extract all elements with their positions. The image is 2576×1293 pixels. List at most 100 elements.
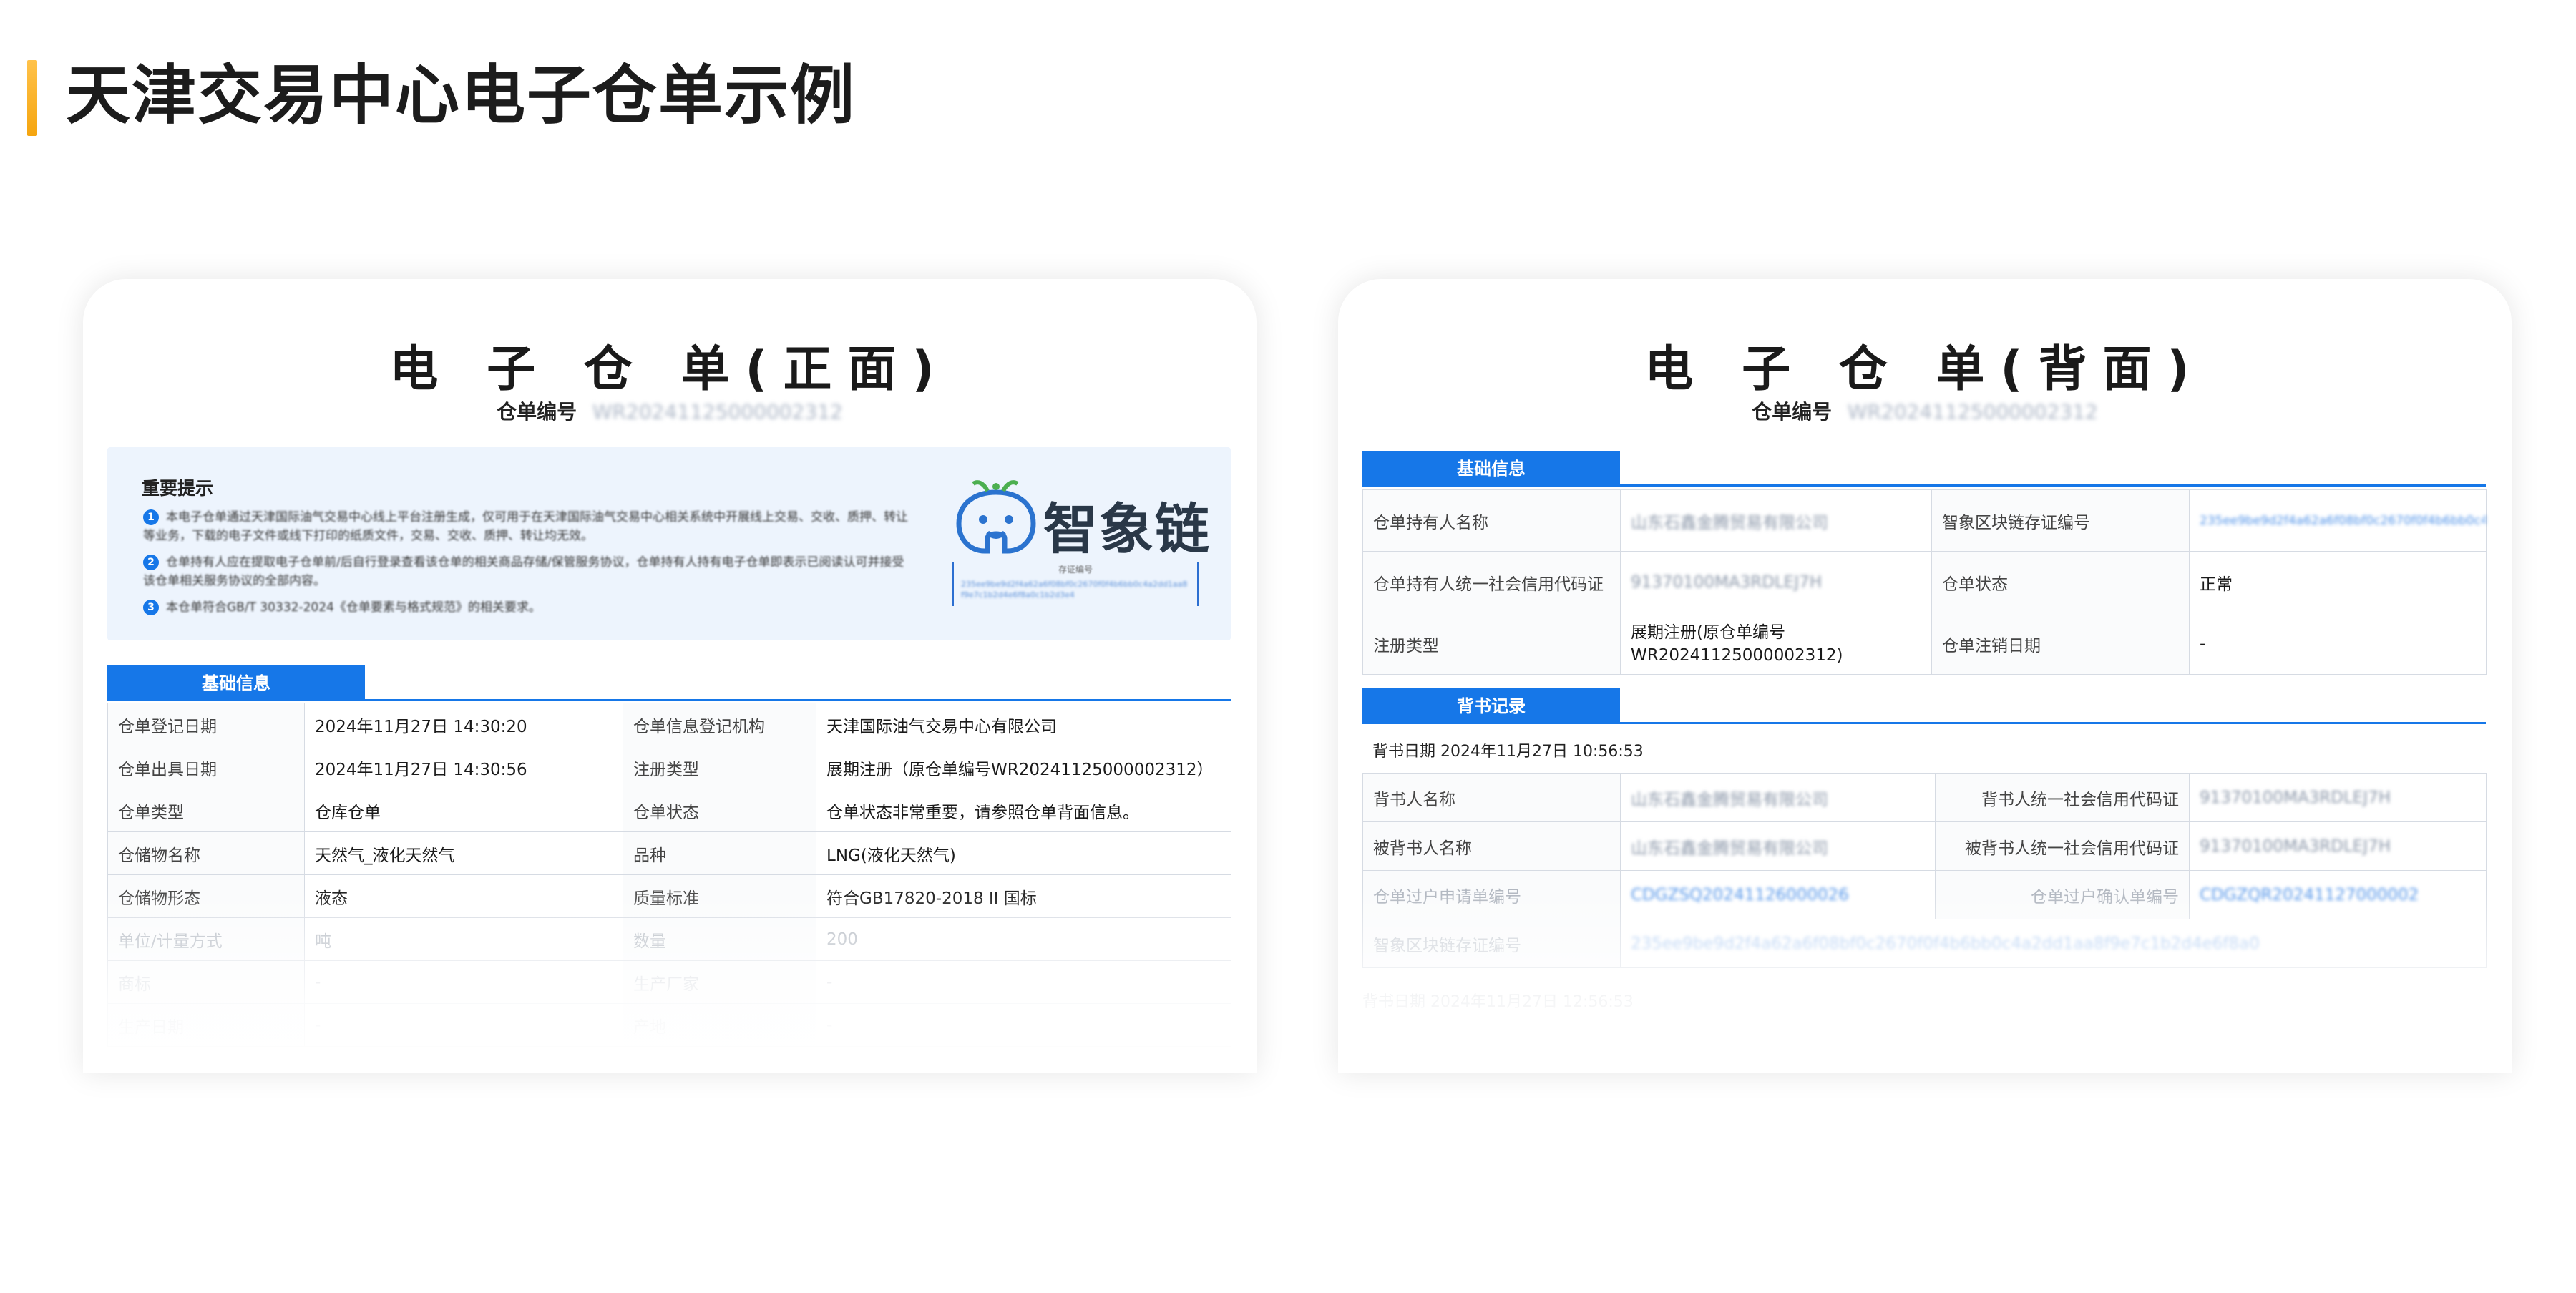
cell-label: 单位/计量方式	[107, 917, 305, 961]
cell-value: 展期注册（原仓单编号WR20241125000002312）	[816, 746, 1231, 789]
cell-value: -	[304, 960, 623, 1004]
cell-value: LNG(液化天然气)	[816, 831, 1231, 875]
receipt-front-card: 电 子 仓 单(正面) 仓单编号 WR20241125000002312 重要提…	[83, 279, 1257, 1073]
endorse-date: 背书日期 2024年11月27日 10:56:53	[1372, 743, 1644, 761]
notice-number-badge: 2	[143, 555, 159, 570]
cell-label: 仓单注销日期	[1931, 613, 2190, 675]
cell-label: 仓单状态	[1931, 551, 2190, 613]
cell-label: 质量标准	[623, 874, 816, 918]
cell-label: 仓储物名称	[107, 831, 305, 875]
cell-label: 仓单持有人统一社会信用代码证	[1362, 551, 1621, 613]
cell-label: 注册类型	[623, 746, 816, 789]
notice-item: 1 本电子仓单通过天津国际油气交易中心线上平台注册生成，仅可用于在天津国际油气交易…	[143, 508, 916, 545]
cell-value: 符合GB17820-2018 II 国标	[816, 874, 1231, 918]
table-row: 注册类型 展期注册(原仓单编号 WR20241125000002312) 仓单注…	[1362, 613, 2487, 675]
front-info-table: 仓单登记日期 2024年11月27日 14:30:20 仓单信息登记机构 天津国…	[107, 703, 1231, 1047]
cell-label: 商标	[107, 960, 305, 1004]
cell-value: -	[2189, 613, 2487, 675]
table-row: 仓单类型 仓库仓单 仓单状态 仓单状态非常重要，请参照仓单背面信息。	[107, 789, 1231, 832]
table-row: 仓储物形态 液态 质量标准 符合GB17820-2018 II 国标	[107, 874, 1231, 918]
cell-value: 山东石鑫金腾贸易有限公司	[1620, 489, 1932, 552]
cell-label: 被背书人名称	[1362, 821, 1621, 871]
cell-value: 200	[816, 917, 1231, 961]
notice-text: 本电子仓单通过天津国际油气交易中心线上平台注册生成，仅可用于在天津国际油气交易中…	[143, 510, 908, 543]
front-receipt-number: 仓单编号 WR20241125000002312	[83, 396, 1257, 425]
front-section-divider	[107, 699, 1231, 701]
blockchain-hash-box: 存证编号 235ee9be9d2f4a62a6f08bf0c2670f0f4b6…	[952, 562, 1199, 606]
table-row: 仓单出具日期 2024年11月27日 14:30:56 注册类型 展期注册（原仓…	[107, 746, 1231, 789]
table-row: 仓单持有人统一社会信用代码证 91370100MA3RDLEJ7H 仓单状态 正…	[1362, 551, 2487, 613]
title-accent-bar	[27, 60, 37, 136]
front-basic-info-tab: 基础信息	[107, 665, 365, 701]
back-receipt-number-label: 仓单编号	[1752, 400, 1833, 424]
cell-label: 注册类型	[1362, 613, 1621, 675]
cell-value: 235ee9be9d2f4a62a6f08bf0c2670f0f4b6bb0c4…	[1620, 919, 2487, 968]
notice-heading: 重要提示	[142, 478, 214, 499]
front-receipt-number-value: WR20241125000002312	[592, 400, 843, 424]
front-receipt-number-label: 仓单编号	[497, 400, 577, 424]
cell-value: 仓库仓单	[304, 789, 623, 832]
notice-text: 本仓单符合GB/T 30332-2024《仓单要素与格式规范》的相关要求。	[166, 600, 541, 615]
page-title: 天津交易中心电子仓单示例	[66, 58, 856, 133]
cell-label: 智象区块链存证编号	[1362, 919, 1621, 968]
notice-text: 仓单持有人应在提取电子仓单前/后自行登录查看该仓单的相关商品存储/保管服务协议，…	[143, 555, 904, 588]
cell-value: 2024年11月27日 14:30:56	[304, 746, 623, 789]
cell-value: 91370100MA3RDLEJ7H	[2189, 821, 2487, 871]
cell-value: 吨	[304, 917, 623, 961]
notice-panel: 重要提示 1 本电子仓单通过天津国际油气交易中心线上平台注册生成，仅可用于在天津国…	[107, 447, 1231, 640]
cell-value: CDGZQR20241127000002	[2189, 870, 2487, 919]
cell-value: 液态	[304, 874, 623, 918]
cell-label: 仓单状态	[623, 789, 816, 832]
cell-label: 数量	[623, 917, 816, 961]
notice-item: 2 仓单持有人应在提取电子仓单前/后自行登录查看该仓单的相关商品存储/保管服务协议…	[143, 553, 916, 590]
cell-value: 山东石鑫金腾贸易有限公司	[1620, 773, 1936, 822]
cell-value: CDGZSQ20241126000026	[1620, 870, 1936, 919]
cell-value: 2024年11月27日 14:30:20	[304, 703, 623, 746]
cell-value: 235ee9be9d2f4a62a6f08bf0c2670f0f4b6bb0c4…	[2189, 489, 2487, 552]
cell-label: 被背书人统一社会信用代码证	[1935, 821, 2190, 871]
back-basic-divider	[1362, 484, 2486, 487]
cell-value: -	[816, 1003, 1231, 1047]
brand-logo: 智象链	[952, 479, 1209, 561]
cell-label: 背书人名称	[1362, 773, 1621, 822]
front-card-title: 电 子 仓 单(正面)	[389, 341, 950, 398]
back-receipt-number: 仓单编号 WR20241125000002312	[1338, 396, 2512, 425]
table-row: 商标 - 生产厂家 -	[107, 960, 1231, 1004]
endorse-record-tab: 背书记录	[1362, 688, 1620, 724]
cell-value: 91370100MA3RDLEJ7H	[2189, 773, 2487, 822]
table-row: 被背书人名称 山东石鑫金腾贸易有限公司 被背书人统一社会信用代码证 913701…	[1362, 821, 2487, 871]
table-row: 背书人名称 山东石鑫金腾贸易有限公司 背书人统一社会信用代码证 91370100…	[1362, 773, 2487, 822]
cell-value: 仓单状态非常重要，请参照仓单背面信息。	[816, 789, 1231, 832]
cell-value: 山东石鑫金腾贸易有限公司	[1620, 821, 1936, 871]
hash-value: 235ee9be9d2f4a62a6f08bf0c2670f0f4b6bb0c4…	[961, 580, 1188, 600]
notice-item: 3 本仓单符合GB/T 30332-2024《仓单要素与格式规范》的相关要求。	[143, 598, 916, 617]
cell-label: 仓单过户确认单编号	[1935, 870, 2190, 919]
table-row: 单位/计量方式 吨 数量 200	[107, 917, 1231, 961]
endorse-table: 背书人名称 山东石鑫金腾贸易有限公司 背书人统一社会信用代码证 91370100…	[1362, 773, 2487, 968]
cell-value: -	[816, 960, 1231, 1004]
back-basic-info-tab: 基础信息	[1362, 451, 1620, 487]
cell-label: 仓储物形态	[107, 874, 305, 918]
back-receipt-number-value: WR20241125000002312	[1847, 400, 2098, 424]
cell-label: 智象区块链存证编号	[1931, 489, 2190, 552]
cell-value: 展期注册(原仓单编号 WR20241125000002312)	[1620, 613, 1932, 675]
cell-value: 天津国际油气交易中心有限公司	[816, 703, 1231, 746]
cell-value: 天然气_液化天然气	[304, 831, 623, 875]
cell-value: -	[304, 1003, 623, 1047]
cell-label: 仓单类型	[107, 789, 305, 832]
cell-label: 仓单过户申请单编号	[1362, 870, 1621, 919]
table-row: 智象区块链存证编号 235ee9be9d2f4a62a6f08bf0c2670f…	[1362, 919, 2487, 968]
table-row: 仓单持有人名称 山东石鑫金腾贸易有限公司 智象区块链存证编号 235ee9be9…	[1362, 489, 2487, 552]
table-row: 仓单登记日期 2024年11月27日 14:30:20 仓单信息登记机构 天津国…	[107, 703, 1231, 746]
cell-label: 仓单持有人名称	[1362, 489, 1621, 552]
table-row: 仓单过户申请单编号 CDGZSQ20241126000026 仓单过户确认单编号…	[1362, 870, 2487, 919]
table-row: 仓储物名称 天然气_液化天然气 品种 LNG(液化天然气)	[107, 831, 1231, 875]
back-basic-table: 仓单持有人名称 山东石鑫金腾贸易有限公司 智象区块链存证编号 235ee9be9…	[1362, 489, 2487, 675]
endorse-divider	[1362, 722, 2486, 724]
notice-number-badge: 3	[143, 600, 159, 615]
cell-label: 背书人统一社会信用代码证	[1935, 773, 2190, 822]
elephant-logo-icon	[956, 480, 1036, 554]
cell-label: 仓单信息登记机构	[623, 703, 816, 746]
notice-number-badge: 1	[143, 509, 159, 525]
cell-label: 仓单出具日期	[107, 746, 305, 789]
